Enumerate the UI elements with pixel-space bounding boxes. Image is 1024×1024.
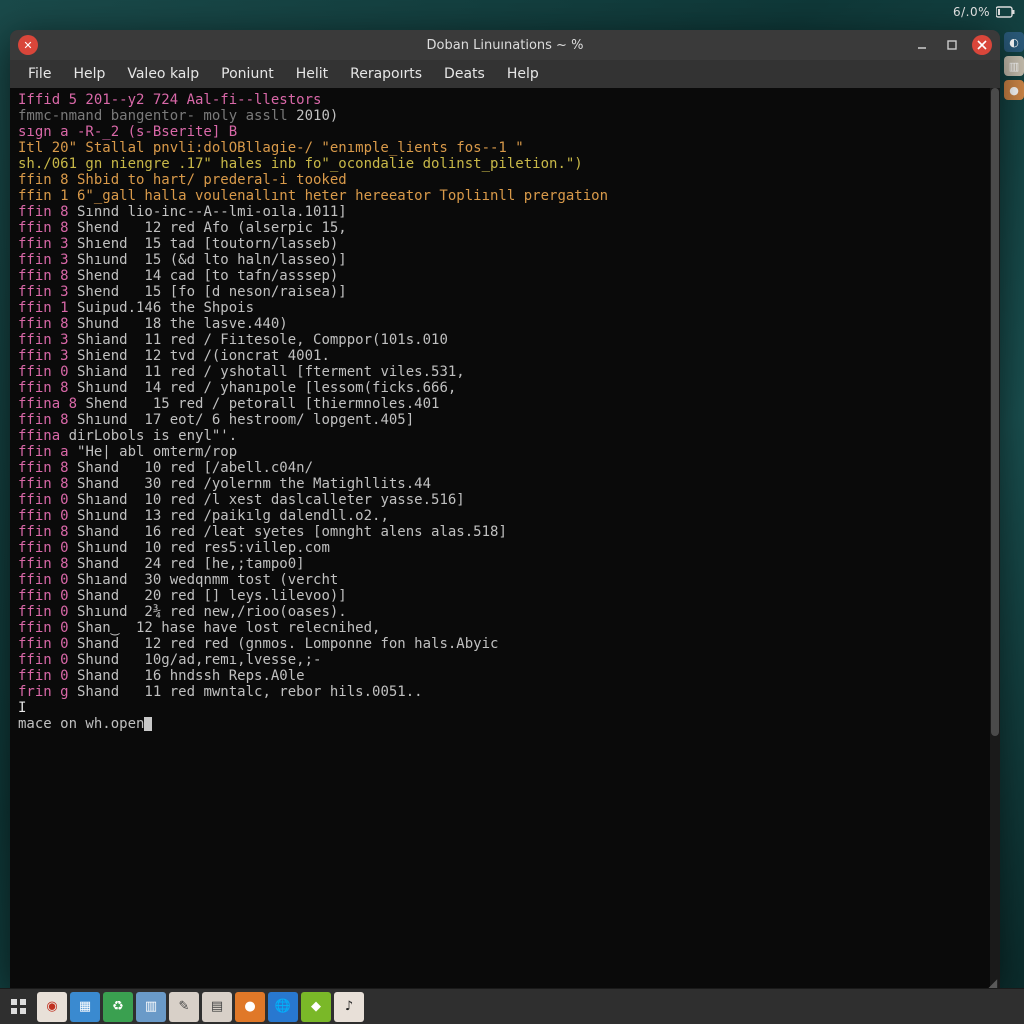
terminal-line: mace on wh.open <box>18 716 984 732</box>
terminal-cursor <box>144 717 152 731</box>
terminal-line: ffin 1 6"_gall halla voulenallınt heter … <box>18 188 984 204</box>
terminal-line: ffin 3 Shiend 12 tvd /(ioncrat 4001. <box>18 348 984 364</box>
terminal-line: ffin 0 Shıund 2¾ red new,/rioo(oases). <box>18 604 984 620</box>
terminal-line: sıgn a -R-_2 (s-Bserite] B <box>18 124 984 140</box>
terminal-line: ffin 8 Shand 30 red /yolernm the Matighl… <box>18 476 984 492</box>
dock-files[interactable]: ▥ <box>1004 56 1024 76</box>
window-menubar: FileHelpValeo kalpPoniuntHelitRerapoırts… <box>10 60 1000 88</box>
start-menu-button[interactable] <box>4 992 34 1022</box>
menu-item-6[interactable]: Deats <box>434 62 495 86</box>
terminal-line: ffin 3 Shıend 15 tad [toutorn/lasseb) <box>18 236 984 252</box>
terminal-line: ffin 8 Shıund 17 eot/ 6 hestroom/ lopgen… <box>18 412 984 428</box>
tb-doc2[interactable]: ▤ <box>202 992 232 1022</box>
terminal-scrollbar[interactable] <box>990 88 1000 988</box>
window-app-icon[interactable]: ✕ <box>18 35 38 55</box>
menu-item-7[interactable]: Help <box>497 62 549 86</box>
terminal-line: ffin 0 Shıund 13 red /paikılg dalendll.o… <box>18 508 984 524</box>
scrollbar-thumb[interactable] <box>991 88 999 736</box>
terminal-window: ✕ Doban Linuınations ~ % FileHelpValeo k… <box>10 30 1000 988</box>
terminal-line: ffin a "He| abl omterm/rop <box>18 444 984 460</box>
terminal-line: ffin 8 Shend 14 cad [to tafn/asssep) <box>18 268 984 284</box>
terminal-line: ffin 3 Shiand 11 red / Fiıtesole, Comppo… <box>18 332 984 348</box>
terminal-line: ffin 0 Shıand 30 wedqnmm tost (vercht <box>18 572 984 588</box>
tb-disc[interactable]: ◉ <box>37 992 67 1022</box>
terminal-line: ffin 0 Shand 16 hndssh Reps.A0le <box>18 668 984 684</box>
tb-windows[interactable]: ▦ <box>70 992 100 1022</box>
terminal-line: ffin 8 Shand 10 red [/abell.c04n/ <box>18 460 984 476</box>
terminal-line: ffin 3 Shıund 15 (&d lto haln/lasseo)] <box>18 252 984 268</box>
menu-item-5[interactable]: Rerapoırts <box>340 62 432 86</box>
minimize-icon <box>916 39 928 51</box>
terminal-line: ffin 8 Shbid to hart/ prederal-i tooked <box>18 172 984 188</box>
menu-item-3[interactable]: Poniunt <box>211 62 284 86</box>
battery-icon <box>996 6 1016 18</box>
maximize-icon <box>946 39 958 51</box>
terminal-output[interactable]: Iffid 5 201--y2 724 Aal-fi--llestorsfmmc… <box>10 88 990 988</box>
window-controls <box>912 35 992 55</box>
dock-app[interactable]: ● <box>1004 80 1024 100</box>
terminal-line: ffin 3 Shend 15 [fo [d neson/raisea)] <box>18 284 984 300</box>
terminal-line: Itl 20" Stallal pnvli:dolOBllagie-/ "enı… <box>18 140 984 156</box>
terminal-line: ffin 8 Shand 24 red [he,;tampo0] <box>18 556 984 572</box>
terminal-line: ffin 0 Shıand 10 red /l xest daslcallete… <box>18 492 984 508</box>
right-dock: ◐ ▥ ● <box>1002 30 1024 102</box>
menu-item-2[interactable]: Valeo kalp <box>117 62 209 86</box>
taskbar: ◉▦♻▥✎▤●🌐◆♪ <box>0 988 1024 1024</box>
menu-item-0[interactable]: File <box>18 62 61 86</box>
tb-globe[interactable]: 🌐 <box>268 992 298 1022</box>
terminal-line: sh./061 gn niengre .17" hales inb fo"_oc… <box>18 156 984 172</box>
tb-music[interactable]: ♪ <box>334 992 364 1022</box>
terminal-line: ffin 8 Shund 18 the lasve.440) <box>18 316 984 332</box>
window-title: Doban Linuınations ~ % <box>10 38 1000 53</box>
terminal-line: ffina dirLobols is enyl"'. <box>18 428 984 444</box>
terminal-line: ffina 8 Shend 15 red / petorall [thiermn… <box>18 396 984 412</box>
resize-grip-icon[interactable]: ◢ <box>988 976 998 986</box>
launcher-grid-icon <box>10 998 28 1016</box>
battery-percent-label: 6/.0% <box>953 5 990 19</box>
system-tray: 6/.0% <box>945 0 1024 24</box>
terminal-line: fmmc-nmand bangentor- moly assll 2010) <box>18 108 984 124</box>
terminal-viewport: Iffid 5 201--y2 724 Aal-fi--llestorsfmmc… <box>10 88 1000 988</box>
terminal-line: ffin 0 Shand 20 red [] leys.lilevoo)] <box>18 588 984 604</box>
menu-item-1[interactable]: Help <box>63 62 115 86</box>
terminal-line: ffin 0 Shan‿ 12 hase have lost relecnihe… <box>18 620 984 636</box>
window-maximize-button[interactable] <box>942 35 962 55</box>
taskbar-items: ◉▦♻▥✎▤●🌐◆♪ <box>36 992 364 1022</box>
terminal-line: Iffid 5 201--y2 724 Aal-fi--llestors <box>18 92 984 108</box>
tb-recycle[interactable]: ♻ <box>103 992 133 1022</box>
tb-files[interactable]: ▥ <box>136 992 166 1022</box>
menu-item-4[interactable]: Helit <box>286 62 338 86</box>
terminal-line: ffin 0 Shand 12 red red (gnmos. Lomponne… <box>18 636 984 652</box>
window-titlebar[interactable]: ✕ Doban Linuınations ~ % <box>10 30 1000 60</box>
terminal-line: frin g Shand 11 red mwntalc, rebor hils.… <box>18 684 984 700</box>
terminal-line: ffin 8 Shıund 14 red / yhanıpole [lessom… <box>18 380 984 396</box>
window-app-icon-glyph: ✕ <box>23 39 32 52</box>
terminal-line: ffin 1 Suipud.146 the Shpois <box>18 300 984 316</box>
tb-green[interactable]: ◆ <box>301 992 331 1022</box>
tb-doc1[interactable]: ✎ <box>169 992 199 1022</box>
terminal-line: I <box>18 700 984 716</box>
close-icon <box>976 39 988 51</box>
terminal-line: ffin 8 Shand 16 red /leat syetes [omnght… <box>18 524 984 540</box>
terminal-line: ffin 0 Shiand 11 red / yshotall [ftermen… <box>18 364 984 380</box>
dock-clock[interactable]: ◐ <box>1004 32 1024 52</box>
tb-orange[interactable]: ● <box>235 992 265 1022</box>
window-close-button[interactable] <box>972 35 992 55</box>
terminal-line: ffin 8 Sınnd lio-inc--A--lmi-oıla.1011] <box>18 204 984 220</box>
window-minimize-button[interactable] <box>912 35 932 55</box>
terminal-line: ffin 0 Shund 10g/ad,remı,lvesse,;- <box>18 652 984 668</box>
terminal-line: ffin 8 Shend 12 red Afo (alserpic 15, <box>18 220 984 236</box>
terminal-line: ffin 0 Shıund 10 red res5:villep.com <box>18 540 984 556</box>
